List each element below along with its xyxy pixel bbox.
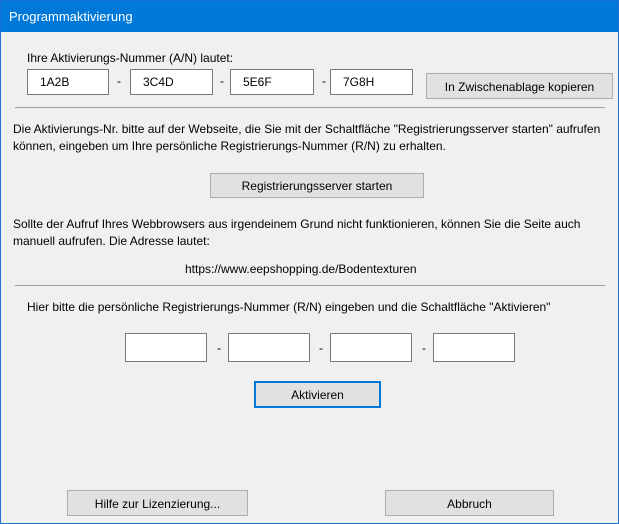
registration-field-1[interactable]	[125, 333, 207, 362]
registration-field-2[interactable]	[228, 333, 310, 362]
manual-access-text: Sollte der Aufruf Ihres Webbrowsers aus …	[13, 217, 581, 248]
activation-dialog: Programmaktivierung Ihre Aktivierungs-Nu…	[0, 0, 619, 524]
registration-separator: -	[319, 341, 323, 355]
registration-separator: -	[217, 341, 221, 355]
activation-part-4[interactable]: 7G8H	[330, 69, 413, 95]
registration-separator: -	[422, 341, 426, 355]
separator-line	[15, 285, 605, 286]
window-title: Programmaktivierung	[9, 9, 133, 24]
registration-field-3[interactable]	[330, 333, 412, 362]
license-help-button[interactable]: Hilfe zur Lizenzierung...	[67, 490, 248, 516]
registration-url[interactable]: https://www.eepshopping.de/Bodentexturen	[185, 262, 417, 276]
instructions-text: Die Aktivierungs-Nr. bitte auf der Webse…	[13, 122, 601, 153]
start-registration-server-button[interactable]: Registrierungsserver starten	[210, 173, 424, 198]
cancel-button[interactable]: Abbruch	[385, 490, 554, 516]
activate-button[interactable]: Aktivieren	[254, 381, 381, 408]
activation-separator: -	[220, 74, 224, 88]
registration-number-label: Hier bitte die persönliche Registrierung…	[27, 300, 551, 314]
activation-part-3[interactable]: 5E6F	[230, 69, 314, 95]
activation-separator: -	[117, 74, 121, 88]
registration-field-4[interactable]	[433, 333, 515, 362]
title-bar[interactable]: Programmaktivierung	[1, 1, 618, 32]
activation-part-1[interactable]: 1A2B	[27, 69, 109, 95]
activation-separator: -	[322, 74, 326, 88]
activation-part-2[interactable]: 3C4D	[130, 69, 213, 95]
separator-line	[15, 107, 605, 108]
copy-to-clipboard-button[interactable]: In Zwischenablage kopieren	[426, 73, 613, 99]
activation-number-label: Ihre Aktivierungs-Nummer (A/N) lautet:	[27, 51, 234, 65]
